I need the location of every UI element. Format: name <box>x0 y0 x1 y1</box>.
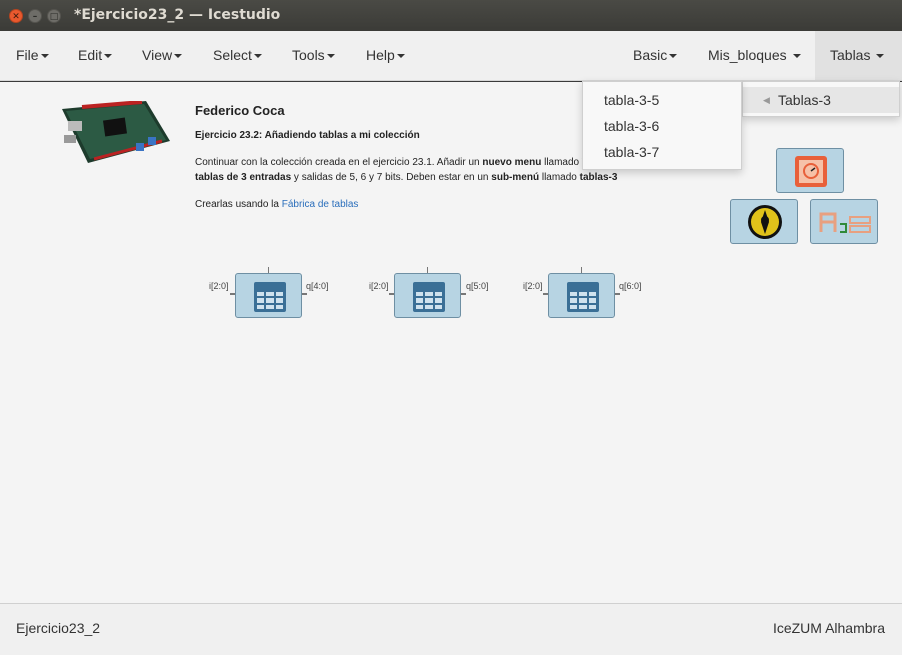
table-icon <box>413 282 445 312</box>
description-text: y salidas de 5, 6 y 7 bits. Deben estar … <box>291 172 492 183</box>
table-icon <box>567 282 599 312</box>
menu-tools[interactable]: Tools <box>292 31 335 80</box>
menu-basic-label: Basic <box>633 47 668 63</box>
factory-block[interactable] <box>776 148 844 193</box>
chevron-down-icon <box>253 54 262 59</box>
menu-help-label: Help <box>366 47 395 63</box>
chevron-down-icon <box>104 54 113 59</box>
description-bold: sub-menú <box>491 172 540 183</box>
chevron-down-icon <box>326 54 335 59</box>
description-text: Continuar con la colección creada en el … <box>195 157 483 168</box>
description-text: llamado T <box>541 157 588 168</box>
menu-select-label: Select <box>213 47 252 63</box>
menu-item-tabla-3-7[interactable]: tabla-3-7 <box>583 139 741 165</box>
fabrica-de-tablas-link[interactable]: Fábrica de tablas <box>282 199 359 210</box>
menu-item-tabla-3-6[interactable]: tabla-3-6 <box>583 113 741 139</box>
output-wire <box>615 293 620 295</box>
table-block[interactable] <box>394 273 461 318</box>
title-bar: ✕ – □ *Ejercicio23_2 — Icestudio <box>0 0 902 31</box>
menu-basic[interactable]: Basic <box>633 31 678 80</box>
menu-mis-bloques[interactable]: Mis_bloques <box>708 31 801 80</box>
chevron-down-icon <box>669 54 678 59</box>
description-text: Crearlas usando la <box>195 199 282 210</box>
menu-view[interactable]: View <box>142 31 183 80</box>
menu-tools-label: Tools <box>292 47 325 63</box>
chevron-down-icon <box>174 54 183 59</box>
output-wire <box>302 293 307 295</box>
jedi-emblem-icon <box>748 205 782 239</box>
minimize-window-button[interactable]: – <box>28 9 42 23</box>
board-name[interactable]: IceZUM Alhambra <box>773 620 885 636</box>
menu-file[interactable]: File <box>16 31 49 80</box>
menu-file-label: File <box>16 47 39 63</box>
input-port-label: i[2:0] <box>369 281 389 291</box>
tablas-3-submenu: tabla-3-5 tabla-3-6 tabla-3-7 <box>582 81 742 170</box>
description-bold: tablas de 3 entradas <box>195 172 292 183</box>
menu-help[interactable]: Help <box>366 31 405 80</box>
chevron-down-icon <box>876 54 885 59</box>
exercise-subtitle: Ejercicio 23.2: Añadiendo tablas a mi co… <box>195 130 420 141</box>
menu-select[interactable]: Select <box>213 31 262 80</box>
description-text: llamado <box>539 172 580 183</box>
description-line-2: tablas de 3 entradas y salidas de 5, 6 y… <box>195 172 617 183</box>
menu-tablas-label: Tablas <box>830 47 871 63</box>
menu-edit-label: Edit <box>78 47 103 63</box>
table-block[interactable] <box>235 273 302 318</box>
close-window-button[interactable]: ✕ <box>9 9 23 23</box>
description-line-3: Crearlas usando la Fábrica de tablas <box>195 199 358 210</box>
output-wire <box>461 293 466 295</box>
description-line-1: Continuar con la colección creada en el … <box>195 157 588 168</box>
description-bold: tablas-3 <box>579 172 618 183</box>
window-title: *Ejercicio23_2 — Icestudio <box>74 7 281 23</box>
output-port-label: q[6:0] <box>619 281 642 291</box>
chevron-down-icon <box>40 54 49 59</box>
table-factory-icon <box>795 156 827 187</box>
menu-tablas[interactable]: Tablas <box>815 31 902 80</box>
status-bar: Ejercicio23_2 IceZUM Alhambra <box>0 603 902 655</box>
menu-edit[interactable]: Edit <box>78 31 113 80</box>
description-bold: nuevo menu <box>482 157 542 168</box>
table-icon <box>254 282 286 312</box>
chevron-down-icon <box>792 54 801 59</box>
maximize-window-button[interactable]: □ <box>47 9 61 23</box>
chevron-down-icon <box>396 54 405 59</box>
table-block[interactable] <box>548 273 615 318</box>
menu-item-tabla-3-5[interactable]: tabla-3-5 <box>583 87 741 113</box>
tablas-dropdown: ◀ Tablas-3 <box>742 81 900 117</box>
input-port-label: i[2:0] <box>209 281 229 291</box>
output-port-label: q[4:0] <box>306 281 329 291</box>
menu-bar: File Edit View Select Tools Help Basic M… <box>0 31 902 81</box>
output-port-label: q[5:0] <box>466 281 489 291</box>
menu-view-label: View <box>142 47 173 63</box>
jedi-block[interactable] <box>730 199 798 244</box>
fpga-board-image <box>62 101 170 163</box>
submenu-tablas-3-label: Tablas-3 <box>778 92 831 108</box>
menu-mis-bloques-label: Mis_bloques <box>708 47 787 63</box>
chevron-left-icon: ◀ <box>763 95 770 105</box>
input-port-label: i[2:0] <box>523 281 543 291</box>
project-name: Ejercicio23_2 <box>16 620 101 636</box>
tables-block[interactable] <box>810 199 878 244</box>
author-name: Federico Coca <box>195 103 285 118</box>
submenu-tablas-3[interactable]: ◀ Tablas-3 <box>743 87 899 113</box>
tables-logo-icon <box>819 212 871 233</box>
